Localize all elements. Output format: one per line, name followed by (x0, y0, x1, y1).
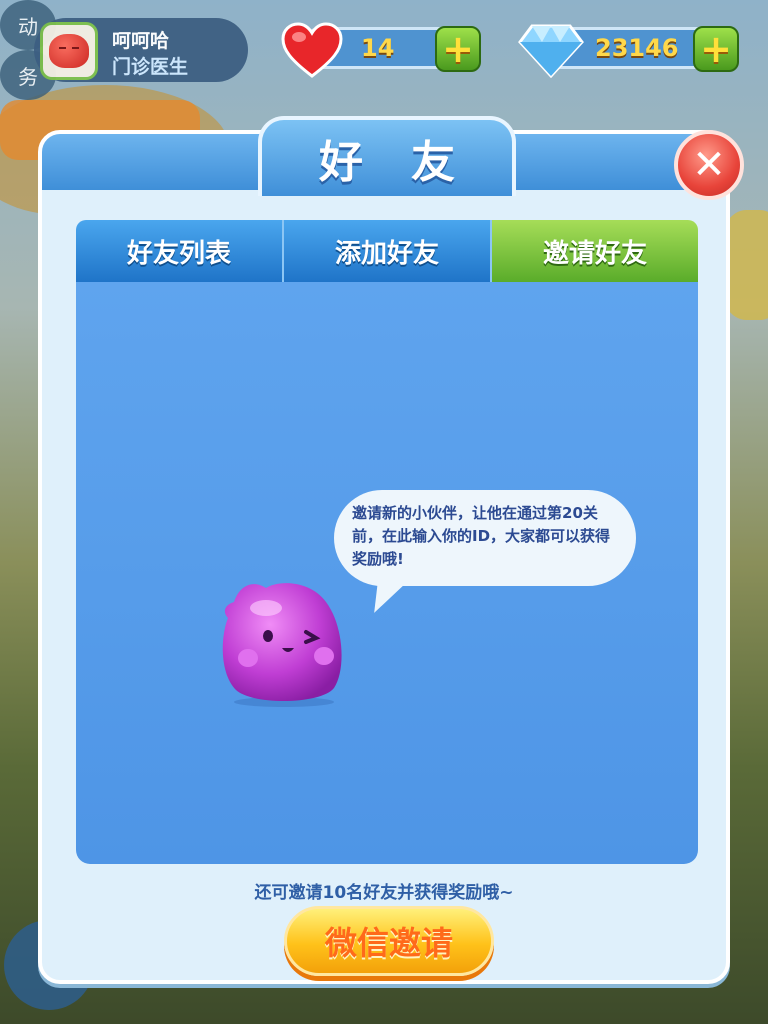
friends-tabs: 好友列表 添加好友 邀请好友 (76, 220, 698, 298)
heart-icon (281, 22, 343, 78)
avatar-face-icon (49, 34, 89, 68)
wechat-invite-button[interactable]: 微信邀请 (284, 906, 494, 976)
gems-value: 23146 (595, 34, 679, 62)
close-button[interactable]: ✕ (674, 130, 744, 200)
speech-text: 邀请新的小伙伴，让他在通过第20关前，在此输入你的ID，大家都可以获得奖励哦! (352, 504, 611, 568)
plus-icon: + (700, 27, 732, 71)
dialog-title: 好友 (319, 137, 503, 188)
side-task-label: 务 (18, 64, 38, 89)
tab-invite-friend[interactable]: 邀请好友 (492, 220, 698, 298)
side-activity-label: 动 (18, 14, 38, 39)
tab-label: 添加好友 (334, 238, 439, 269)
add-hearts-button[interactable]: + (435, 26, 481, 72)
avatar (40, 22, 98, 80)
invite-panel: 邀请新的小伙伴，让他在通过第20关前，在此输入你的ID，大家都可以获得奖励哦! (76, 282, 698, 864)
player-title: 门诊医生 (112, 56, 189, 78)
invite-remaining-note: 还可邀请10名好友并获得奖励哦~ (254, 883, 514, 903)
player-profile[interactable]: 呵呵哈 门诊医生 (34, 18, 248, 82)
player-name: 呵呵哈 (112, 30, 170, 52)
plus-icon: + (442, 27, 474, 71)
close-icon: ✕ (692, 142, 726, 188)
hearts-value: 14 (361, 34, 395, 62)
tab-friend-list[interactable]: 好友列表 (76, 220, 284, 282)
dialog-title-tab: 好友 (258, 116, 516, 196)
mascot (222, 583, 342, 707)
gem-icon (518, 24, 584, 78)
tab-add-friend[interactable]: 添加好友 (284, 220, 492, 282)
tab-label: 好友列表 (126, 238, 231, 269)
wechat-invite-label: 微信邀请 (324, 924, 453, 962)
tab-label: 邀请好友 (542, 238, 647, 269)
add-gems-button[interactable]: + (693, 26, 739, 72)
friends-dialog: 好友 ✕ 好友列表 添加好友 邀请好友 邀请新的小伙伴，让他在通过第20关前，在… (38, 116, 744, 984)
